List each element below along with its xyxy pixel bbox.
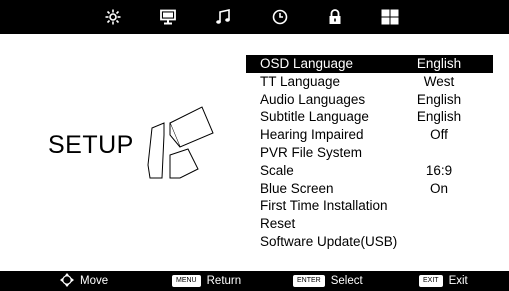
hint-select: ENTER Select — [293, 271, 363, 291]
menu-item-label: OSD Language — [260, 56, 354, 71]
menu-item-label: TT Language — [260, 73, 341, 89]
menu-item-pvr-file-system[interactable]: PVR File System — [246, 144, 493, 162]
enter-key-icon: ENTER — [293, 275, 325, 287]
menu-item-label: Hearing Impaired — [260, 127, 364, 143]
hint-exit: EXIT Exit — [419, 271, 468, 291]
hint-return: MENU Return — [172, 271, 241, 291]
hint-move-label: Move — [80, 275, 109, 287]
exit-key-icon: EXIT — [419, 275, 443, 287]
menu-item-hearing-impaired[interactable]: Hearing Impaired Off — [246, 126, 493, 144]
setup-menu: OSD Language English TT Language West Au… — [246, 55, 493, 251]
menu-item-value: Off — [430, 127, 448, 143]
time-icon — [272, 9, 288, 25]
channel-icon — [160, 9, 176, 25]
menu-item-value: 16:9 — [425, 162, 453, 178]
menu-item-tt-language[interactable]: TT Language West — [246, 73, 493, 91]
tab-sound[interactable] — [210, 5, 236, 29]
tab-channel[interactable] — [155, 5, 181, 29]
setup-icon — [381, 9, 399, 25]
lock-icon — [327, 9, 343, 25]
hint-exit-label: Exit — [448, 275, 468, 287]
tab-picture[interactable] — [100, 5, 126, 29]
menu-item-osd-language[interactable]: OSD Language English — [246, 55, 493, 73]
tab-setup[interactable] — [377, 5, 403, 29]
tab-lock[interactable] — [322, 5, 348, 29]
menu-item-software-update[interactable]: Software Update(USB) — [246, 233, 493, 251]
menu-item-label: Scale — [260, 162, 294, 178]
menu-item-label: Blue Screen — [260, 180, 334, 196]
menu-item-label: Audio Languages — [260, 91, 366, 107]
menu-item-label: First Time Installation — [260, 198, 388, 214]
menu-item-label: Subtitle Language — [260, 109, 369, 125]
menu-key-icon: MENU — [172, 275, 201, 287]
menu-item-reset[interactable]: Reset — [246, 215, 493, 233]
menu-item-first-time-installation[interactable]: First Time Installation — [246, 197, 493, 215]
menu-item-value: West — [423, 73, 455, 89]
menu-item-audio-languages[interactable]: Audio Languages English — [246, 91, 493, 109]
menu-item-scale[interactable]: Scale 16:9 — [246, 162, 493, 180]
menu-item-label: Software Update(USB) — [260, 233, 398, 249]
hint-return-label: Return — [206, 275, 242, 287]
hint-move: Move — [60, 271, 108, 291]
setup-screen: SETUP OSD Language English TT Language W… — [0, 0, 509, 291]
menu-item-subtitle-language[interactable]: Subtitle Language English — [246, 108, 493, 126]
menu-item-label: PVR File System — [260, 144, 363, 160]
sound-icon — [215, 9, 231, 25]
top-menu-bar — [0, 0, 509, 34]
bottom-hint-bar: Move MENU Return ENTER Select EXIT Exit — [0, 271, 509, 291]
picture-icon — [105, 9, 121, 25]
menu-item-blue-screen[interactable]: Blue Screen On — [246, 180, 493, 198]
hint-select-label: Select — [330, 275, 363, 287]
menu-item-value: English — [416, 109, 462, 125]
menu-item-value: On — [429, 180, 448, 196]
setup-illustration-icon — [140, 105, 222, 188]
page-title: SETUP — [48, 131, 134, 159]
menu-item-value: English — [416, 56, 462, 71]
tab-time[interactable] — [267, 5, 293, 29]
menu-item-label: Reset — [260, 216, 296, 232]
menu-item-value: English — [416, 91, 462, 107]
dpad-arrows-icon — [60, 272, 74, 290]
